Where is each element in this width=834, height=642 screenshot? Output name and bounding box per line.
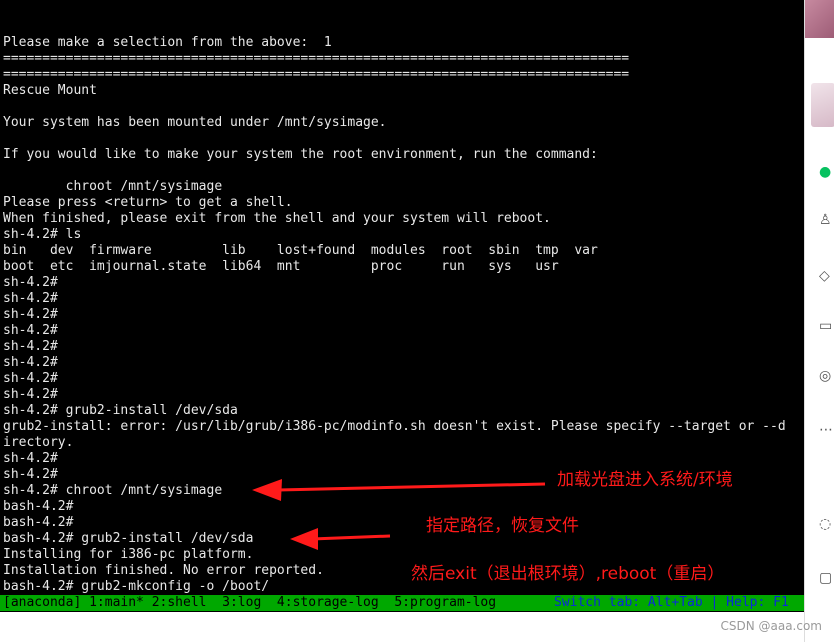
contacts-icon[interactable]: ♙: [819, 212, 834, 228]
arrow-to-grub-install: [290, 528, 391, 550]
annotation-exit-note: 然后exit（退出根环境）,reboot（重启）: [411, 564, 725, 584]
annotation-mount-note: 加载光盘进入系统/环境: [557, 470, 733, 490]
annotation-arrows: [252, 479, 546, 550]
more-icon[interactable]: ⋯: [819, 422, 834, 438]
side-wallpaper: [805, 0, 834, 38]
arrow-to-chroot: [252, 479, 546, 501]
moments-icon[interactable]: ◎: [819, 368, 834, 384]
avatar[interactable]: [811, 83, 834, 127]
box-icon[interactable]: ◇: [819, 268, 834, 284]
bottom-strip: [0, 612, 804, 642]
chat-icon[interactable]: ●: [819, 164, 834, 180]
watermark: CSDN @aaa.com: [720, 619, 822, 633]
side-app-strip: ● ♙ ◇ ▭ ◎ ⋯ ◌ ▢: [804, 0, 834, 642]
window-icon[interactable]: ▢: [819, 570, 834, 586]
annotation-path-note: 指定路径，恢复文件: [426, 516, 579, 536]
folder-icon[interactable]: ▭: [819, 318, 834, 334]
mini-program-icon[interactable]: ◌: [819, 516, 834, 532]
